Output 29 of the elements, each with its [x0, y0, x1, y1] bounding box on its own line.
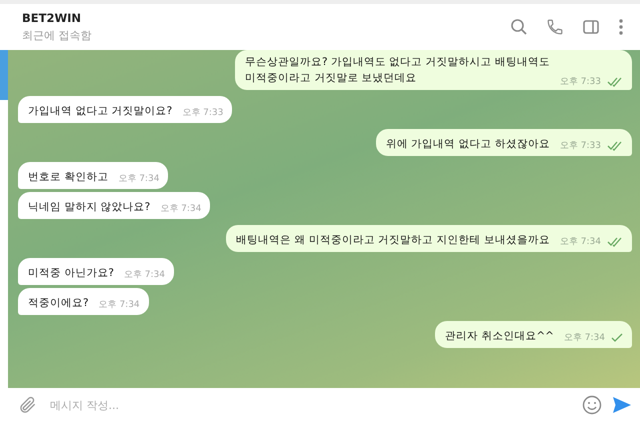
message-input[interactable]: 메시지 작성... [48, 398, 572, 412]
message-text: 닉네임 말하지 않았나요? [28, 200, 150, 215]
message-time: 오후 7:34 [118, 173, 160, 185]
chat-title: BET2WIN [22, 11, 82, 25]
send-icon[interactable] [612, 395, 632, 415]
sidebar-icon[interactable] [582, 18, 600, 36]
message-text: 무슨상관일까요? 가입내역도 없다고 거짓말하시고 배팅내역도 미적중이라고 거짓말로 보냈던데요 [244, 55, 550, 86]
message-text: 위에 가입내역 없다고 하셨잖아요 [386, 137, 550, 152]
message-time: 오후 7:34 [124, 269, 165, 281]
message-text: 미적중 아닌가요? [28, 266, 114, 281]
message-time: 오후 7:34 [564, 332, 605, 344]
search-icon[interactable] [510, 18, 528, 36]
phone-icon[interactable] [546, 18, 564, 36]
active-chat-marker [0, 50, 8, 100]
message-text: 적중이에요? [28, 296, 89, 311]
more-icon[interactable] [618, 18, 624, 36]
message-text: 가입내역 없다고 거짓말이요? [28, 104, 172, 119]
emoji-icon[interactable] [582, 395, 602, 415]
message-text: 번호로 확인하고 [28, 170, 108, 185]
last-seen-status: 최근에 접속함 [22, 28, 92, 43]
message-time: 오후 7:34 [160, 203, 202, 215]
message-time: 오후 7:34 [560, 236, 601, 248]
paperclip-icon[interactable] [18, 395, 38, 415]
message-text: 배팅내역은 왜 미적중이라고 거짓말하고 지인한테 보내셨을까요 [236, 233, 550, 248]
message-time: 오후 7:33 [560, 140, 601, 152]
message-time: 오후 7:33 [560, 76, 601, 88]
message-time: 오후 7:34 [98, 299, 140, 311]
message-time: 오후 7:33 [182, 107, 224, 119]
message-text: 관리자 취소인대요^^ [444, 329, 554, 344]
